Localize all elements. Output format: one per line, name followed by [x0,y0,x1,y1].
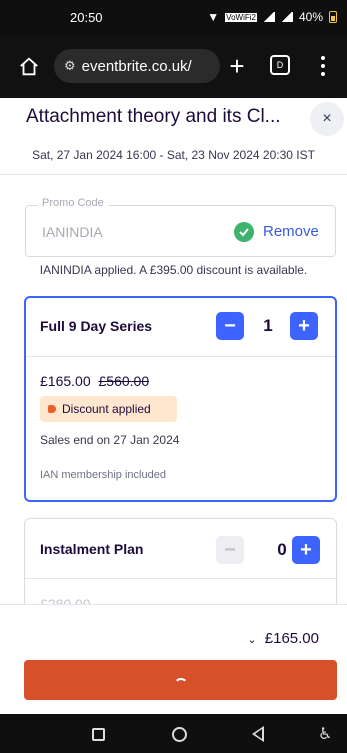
site-settings-icon[interactable]: ⚙ [64,58,76,74]
status-time: 20:50 [70,10,103,25]
divider [0,174,347,175]
signal-icon [262,12,275,22]
back-icon[interactable] [252,726,264,742]
system-navigation-bar: ♿ [0,714,347,753]
signal-icon-2 [280,12,293,22]
checkout-button[interactable] [24,660,337,700]
network-label: VoWiFi2 [225,12,257,22]
promo-applied-note: IANINDIA applied. A £395.00 discount is … [39,263,308,277]
order-total: £165.00 [264,630,319,647]
promo-code-value: IANINDIA [42,224,103,240]
ticket-note: IAN membership included [40,469,166,481]
event-dates: Sat, 27 Jan 2024 16:00 - Sat, 23 Nov 202… [32,148,315,162]
tab-switcher-icon[interactable]: D [270,55,290,75]
tag-icon [48,405,56,413]
divider [26,356,335,357]
home-nav-icon[interactable] [172,727,187,742]
discount-badge-label: Discount applied [62,402,151,416]
minus-icon: − [224,538,236,561]
ticket-original-price: £560.00 [98,373,150,389]
status-icons: ▼ VoWiFi2 40% [207,10,337,24]
order-total-toggle[interactable]: ⌄ £165.00 [247,630,319,647]
decrease-quantity-button[interactable]: − [216,312,244,340]
status-bar: 20:50 ▼ VoWiFi2 40% [0,0,347,36]
loading-spinner-icon [173,678,188,692]
plus-icon: + [298,314,310,337]
tab-count: D [276,60,284,70]
decrease-quantity-button[interactable]: − [216,536,244,564]
plus-icon: + [300,538,312,561]
recents-icon[interactable] [92,728,105,741]
url-text: eventbrite.co.uk/ [81,57,192,75]
ticket-quantity: 1 [263,316,273,335]
battery-icon [329,11,337,23]
accessibility-icon[interactable]: ♿ [318,724,332,744]
ticket-price-row: £165.00 £560.00 [40,373,149,389]
close-icon: × [322,110,332,127]
chevron-down-icon: ⌄ [247,634,257,646]
discount-badge: Discount applied [40,396,177,422]
more-menu-icon[interactable] [320,54,326,78]
ticket-price: £165.00 [40,373,91,389]
home-icon[interactable] [18,56,40,78]
increase-quantity-button[interactable]: + [292,536,320,564]
ticket-name: Instalment Plan [40,541,144,557]
new-tab-icon[interactable]: + [225,52,249,80]
address-bar[interactable]: ⚙ eventbrite.co.uk/ [54,49,220,83]
increase-quantity-button[interactable]: + [290,312,318,340]
ticket-quantity: 0 [277,540,287,559]
remove-promo-button[interactable]: Remove [263,223,319,240]
ticket-name: Full 9 Day Series [40,318,153,334]
promo-code-label: Promo Code [38,197,108,209]
sales-end-text: Sales end on 27 Jan 2024 [40,433,180,447]
browser-toolbar: ⚙ eventbrite.co.uk/ + D [0,36,347,98]
event-title: Attachment theory and its Cl... [26,106,281,127]
close-button[interactable]: × [310,102,344,136]
wifi-icon: ▼ [207,10,220,24]
check-icon [234,222,254,242]
minus-icon: − [224,314,236,337]
divider [25,578,336,579]
battery-percent: 40% [298,10,323,24]
